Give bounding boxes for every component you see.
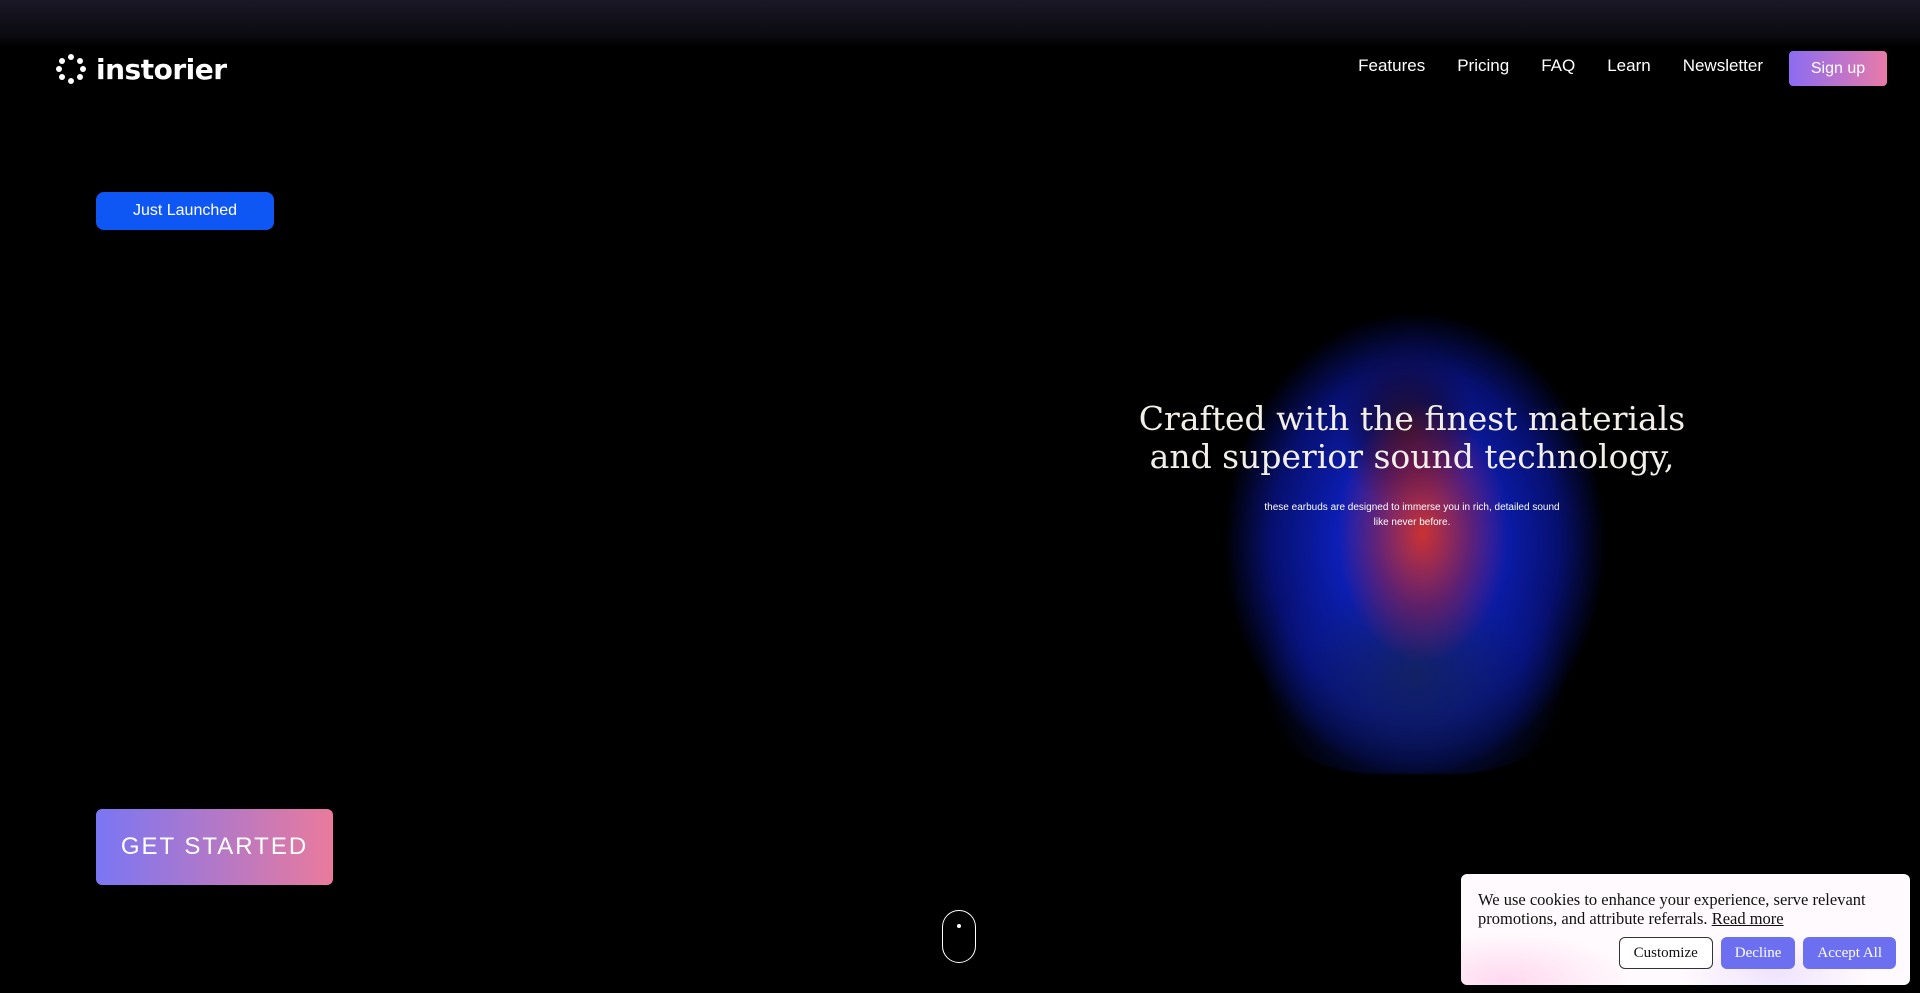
scroll-dot xyxy=(957,924,961,928)
hero-title: Crafted with the finest materials and su… xyxy=(1138,399,1686,476)
accept-all-button[interactable]: Accept All xyxy=(1803,937,1896,969)
just-launched-badge[interactable]: Just Launched xyxy=(96,192,274,230)
cookie-message: We use cookies to enhance your experienc… xyxy=(1478,890,1866,928)
customize-button[interactable]: Customize xyxy=(1618,937,1713,969)
top-gradient-bar xyxy=(0,0,1920,46)
get-started-button[interactable]: GET STARTED xyxy=(96,809,333,885)
nav-features[interactable]: Features xyxy=(1358,56,1425,76)
read-more-link[interactable]: Read more xyxy=(1712,909,1784,928)
nav-newsletter[interactable]: Newsletter xyxy=(1683,56,1763,76)
hero-subtitle: these earbuds are designed to immerse yo… xyxy=(1264,502,1560,528)
scroll-mouse-icon[interactable] xyxy=(942,910,976,963)
cookie-banner: We use cookies to enhance your experienc… xyxy=(1461,874,1910,985)
nav-learn[interactable]: Learn xyxy=(1607,56,1650,76)
signup-button[interactable]: Sign up xyxy=(1789,51,1887,86)
decline-button[interactable]: Decline xyxy=(1720,937,1796,969)
logo[interactable]: instorier xyxy=(56,52,227,86)
nav-pricing[interactable]: Pricing xyxy=(1457,56,1509,76)
nav-faq[interactable]: FAQ xyxy=(1541,56,1575,76)
main-nav: Features Pricing FAQ Learn Newsletter xyxy=(1358,56,1763,76)
cookie-actions: Customize Decline Accept All xyxy=(1618,937,1896,969)
sparkle-dots-icon xyxy=(56,54,86,84)
logo-text: instorier xyxy=(96,52,227,86)
cookie-text-block: We use cookies to enhance your experienc… xyxy=(1478,890,1898,928)
hero-image xyxy=(1224,312,1606,774)
